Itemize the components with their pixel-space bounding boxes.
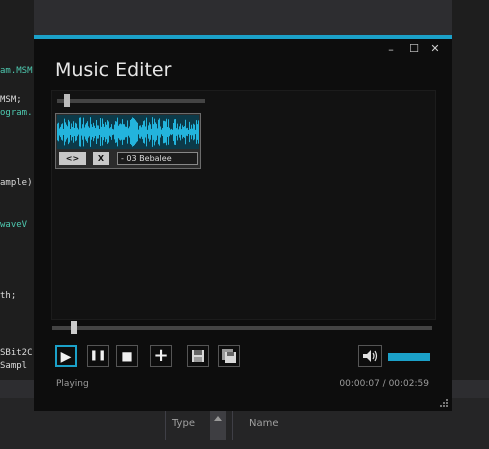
plus-icon: + xyxy=(153,345,169,366)
code-line: ogram. xyxy=(0,108,33,118)
track-canvas[interactable]: <> X - 03 Bebalee xyxy=(51,90,436,320)
playback-position-slider[interactable] xyxy=(52,321,432,334)
volume-fill xyxy=(388,353,430,361)
save-icon xyxy=(192,350,204,362)
mute-button[interactable] xyxy=(358,345,382,367)
stop-icon: ■ xyxy=(121,349,133,363)
slider-thumb[interactable] xyxy=(70,321,77,334)
playback-time: 00:00:07 / 00:02:59 xyxy=(339,379,429,389)
maximize-button[interactable]: ☐ xyxy=(407,42,421,55)
column-divider xyxy=(165,410,166,440)
remove-clip-button[interactable]: X xyxy=(93,152,109,165)
ide-code-editor: am.MSM MSM; ogram. ample) waveV th; SBit… xyxy=(0,0,34,380)
pause-button[interactable]: ❚❚ xyxy=(87,345,109,367)
play-icon: ▶ xyxy=(60,349,72,365)
slider-thumb[interactable] xyxy=(64,94,71,107)
code-line: th; xyxy=(0,291,17,301)
save-all-icon xyxy=(222,349,236,363)
code-line: waveV xyxy=(0,220,28,230)
swap-button[interactable]: <> xyxy=(59,152,86,165)
resize-grip-icon[interactable] xyxy=(440,399,448,407)
minimize-button[interactable]: – xyxy=(384,43,398,56)
playback-status: Playing xyxy=(56,379,89,389)
volume-slider[interactable] xyxy=(388,353,430,361)
play-button[interactable]: ▶ xyxy=(55,345,77,367)
ide-right-pane xyxy=(452,0,489,380)
column-header-name[interactable]: Name xyxy=(249,418,279,429)
close-button[interactable]: ✕ xyxy=(428,42,442,55)
clip-position-slider[interactable] xyxy=(57,94,205,107)
save-all-button[interactable] xyxy=(218,345,240,367)
column-scroll-button[interactable] xyxy=(210,410,226,440)
code-line: ample) xyxy=(0,178,33,188)
waveform xyxy=(57,115,199,149)
window-title: Music Editer xyxy=(55,59,172,81)
code-line: Sampl xyxy=(0,361,28,371)
column-header-type[interactable]: Type xyxy=(172,418,195,429)
code-line: am.MSM xyxy=(0,66,33,76)
code-line: MSM; xyxy=(0,95,22,105)
audio-clip[interactable]: <> X - 03 Bebalee xyxy=(55,113,201,169)
column-divider xyxy=(232,410,233,440)
code-line: SBit2C xyxy=(0,348,33,358)
pause-icon: ❚❚ xyxy=(89,350,107,361)
add-track-button[interactable]: + xyxy=(150,345,172,367)
speaker-icon xyxy=(363,350,378,362)
clip-name-field[interactable]: - 03 Bebalee xyxy=(117,152,198,165)
save-button[interactable] xyxy=(187,345,209,367)
stop-button[interactable]: ■ xyxy=(116,345,138,367)
chevron-up-icon xyxy=(214,416,222,421)
music-editor-window: – ☐ ✕ Music Editer <> X - 03 Bebalee ▶ ❚… xyxy=(34,35,452,411)
